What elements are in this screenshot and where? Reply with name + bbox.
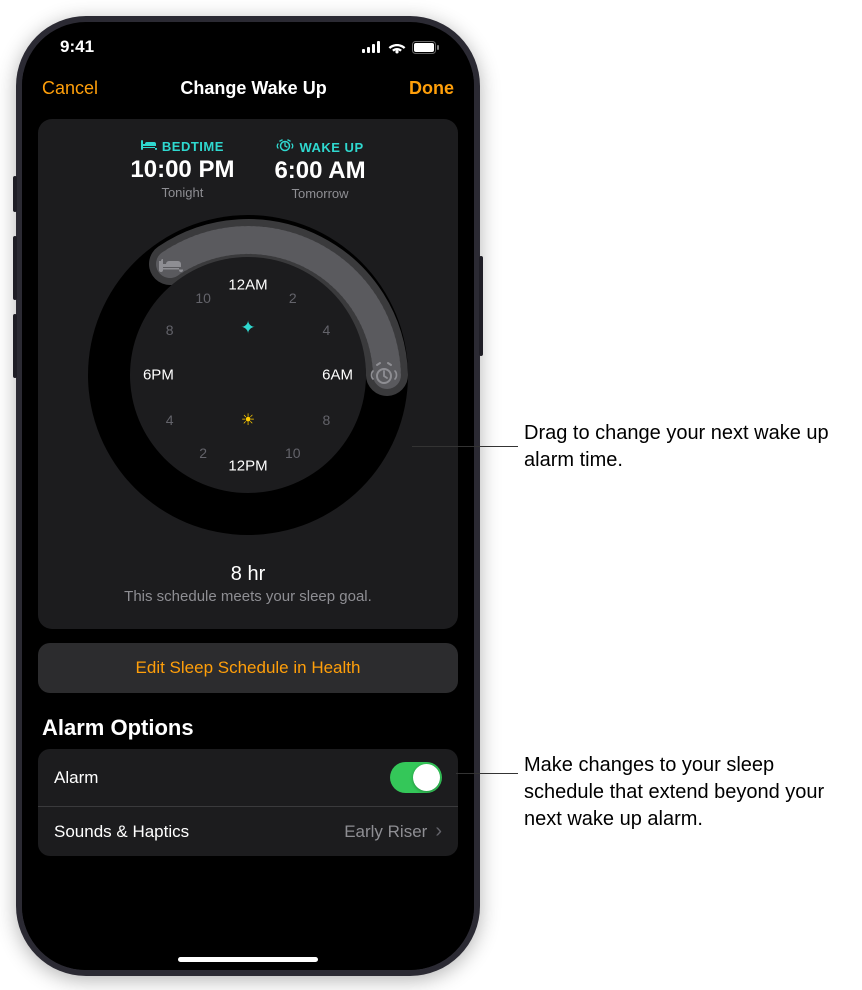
notch: [163, 22, 333, 56]
volume-up-button: [13, 236, 17, 300]
alarm-toggle-row[interactable]: Alarm: [38, 749, 458, 807]
cancel-button[interactable]: Cancel: [42, 78, 98, 99]
done-button[interactable]: Done: [409, 78, 454, 99]
callout-line-1: [412, 446, 518, 447]
phone-frame: 9:41 Cancel Change Wake Up Done: [16, 16, 480, 976]
callout-edit-schedule: Make changes to your sleep schedule that…: [524, 752, 854, 833]
bedtime-sub: Tonight: [130, 185, 234, 200]
dial-tick-8: 8: [322, 412, 330, 428]
battery-icon: [412, 41, 440, 54]
status-icons: [362, 41, 440, 54]
mute-switch: [13, 176, 17, 212]
alarm-toggle[interactable]: [390, 762, 442, 793]
dial-label-6pm: 6PM: [143, 367, 174, 384]
bedtime-handle[interactable]: [157, 251, 185, 279]
wakeup-label: WAKE UP: [274, 139, 365, 155]
sleep-duration: 8 hr: [54, 563, 442, 586]
schedule-card: BEDTIME 10:00 PM Tonight WAKE UP 6:00 AM: [38, 119, 458, 629]
dial-tick-8b: 8: [166, 322, 174, 338]
dial-tick-4: 4: [322, 322, 330, 338]
wakeup-column: WAKE UP 6:00 AM Tomorrow: [274, 139, 365, 201]
sounds-value: Early Riser: [344, 822, 427, 842]
dial-label-6am: 6AM: [322, 367, 353, 384]
sounds-row-label: Sounds & Haptics: [54, 822, 189, 842]
dial-tick-2: 2: [289, 290, 297, 306]
wifi-icon: [388, 41, 406, 54]
sounds-haptics-row[interactable]: Sounds & Haptics Early Riser ›: [38, 807, 458, 856]
bedtime-column: BEDTIME 10:00 PM Tonight: [130, 139, 234, 201]
dial-label-12pm: 12PM: [228, 458, 267, 475]
phone-screen: 9:41 Cancel Change Wake Up Done: [22, 22, 474, 970]
side-button: [479, 256, 483, 356]
bedtime-label: BEDTIME: [130, 139, 234, 154]
app-screen: Cancel Change Wake Up Done BEDTIME 10:00…: [22, 72, 474, 970]
wakeup-label-text: WAKE UP: [299, 140, 363, 155]
page-title: Change Wake Up: [180, 78, 326, 99]
alarm-icon: [276, 139, 294, 155]
callout-wakeup-handle: Drag to change your next wake up alarm t…: [524, 420, 854, 474]
wakeup-sub: Tomorrow: [274, 186, 365, 201]
sleep-dial[interactable]: ✦ ☀ 12AM 12PM 6PM 6AM 2 4 8 10 2 4 8 10: [88, 215, 408, 535]
callout-line-2: [456, 773, 518, 774]
dial-tick-4b: 4: [166, 412, 174, 428]
home-indicator[interactable]: [178, 957, 318, 962]
wakeup-handle[interactable]: [369, 360, 399, 390]
bedtime-label-text: BEDTIME: [162, 139, 224, 154]
dial-tick-2b: 2: [199, 445, 207, 461]
dial-tick-10b: 10: [195, 290, 211, 306]
sun-icon: ☀: [241, 410, 255, 430]
dial-tick-10: 10: [285, 445, 301, 461]
alarm-options-list: Alarm Sounds & Haptics Early Riser ›: [38, 749, 458, 856]
cellular-icon: [362, 41, 382, 53]
volume-down-button: [13, 314, 17, 378]
times-row: BEDTIME 10:00 PM Tonight WAKE UP 6:00 AM: [54, 139, 442, 201]
edit-sleep-schedule-button[interactable]: Edit Sleep Schedule in Health: [38, 643, 458, 693]
alarm-options-header: Alarm Options: [42, 715, 454, 741]
bedtime-time: 10:00 PM: [130, 156, 234, 184]
alarm-row-label: Alarm: [54, 768, 98, 788]
chevron-right-icon: ›: [435, 820, 442, 843]
nav-bar: Cancel Change Wake Up Done: [22, 72, 474, 111]
sounds-row-value-wrap: Early Riser ›: [344, 820, 442, 843]
sparkle-icon: ✦: [240, 317, 255, 338]
bed-icon: [141, 139, 157, 154]
status-time: 9:41: [60, 37, 94, 57]
sleep-duration-note: This schedule meets your sleep goal.: [54, 588, 442, 605]
dial-label-12am: 12AM: [228, 277, 267, 294]
wakeup-time: 6:00 AM: [274, 157, 365, 185]
